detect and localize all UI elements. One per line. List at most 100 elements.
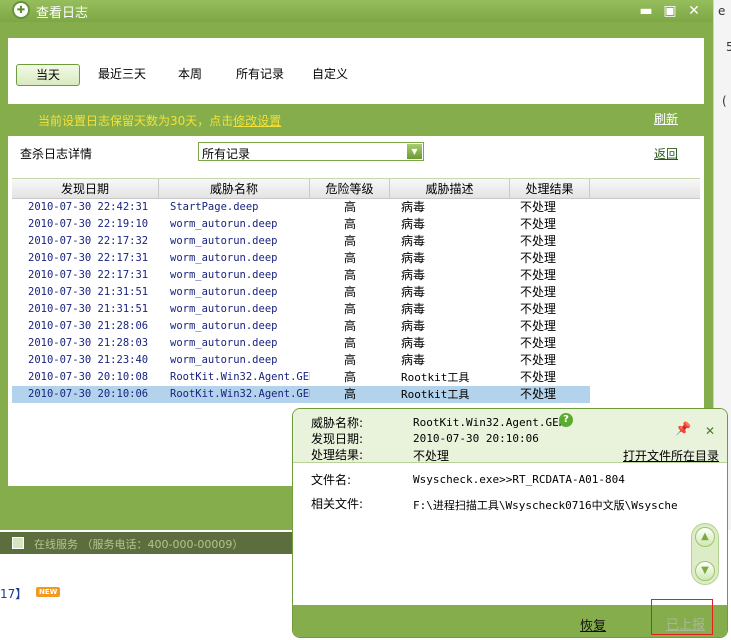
table-row[interactable]: 2010-07-30 22:17:31 worm_autorun.deep 高 病毒 不… [12,267,700,284]
minimize-icon[interactable]: ▬ [637,3,655,19]
file-name-value: Wsyscheck.exe>>RT_RCDATA-A01-804 [413,473,625,486]
row-cells: 2010-07-30 22:42:31 StartPage.deep 高 病毒 不处理 [12,199,590,216]
table-row[interactable]: 2010-07-30 21:28:03 worm_autorun.deep 高 病毒 不… [12,335,700,352]
table-row[interactable]: 2010-07-30 22:42:31 StartPage.deep 高 病毒 不处理 [12,199,700,216]
row-cells: 2010-07-30 22:17:31 worm_autorun.deep 高 病毒 不… [12,250,590,267]
cell-threat-name: StartPage.deep [170,201,259,213]
retention-info-bar: 当前设置日志保留天数为30天，点击修改设置 刷新 [8,104,704,136]
pin-icon[interactable]: 📌 [675,423,691,437]
filter-selected-value: 所有记录 [202,147,251,161]
cell-result: 不处理 [520,387,557,401]
table-row[interactable]: 2010-07-30 20:10:08 RootKit.Win32.Agent.G… [12,369,700,386]
cell-result: 不处理 [520,268,557,282]
threat-name-value: RootKit.Win32.Agent.GEN [413,416,566,429]
table-row[interactable]: 2010-07-30 21:28:06 worm_autorun.deep 高 病毒 不… [12,318,700,335]
cell-risk-level: 高 [343,285,356,299]
result-label: 处理结果: [311,448,364,462]
open-folder-link[interactable]: 打开文件所在目录 [623,447,719,464]
threat-detail-popup: 威胁名称: RootKit.Win32.Agent.GEN ? 发现日期: 20… [292,408,728,638]
scroll-down-icon[interactable]: ▼ [695,561,715,581]
close-icon[interactable]: ✕ [685,3,703,19]
restore-button[interactable]: 恢复 [580,615,606,634]
background-footer-strip: 在线服务 （服务电话：400-000-00009） [0,532,296,554]
cell-result: 不处理 [520,217,557,231]
cell-risk-level: 高 [343,200,356,214]
cell-date: 2010-07-30 21:28:06 [28,320,149,332]
cell-threat-name: worm_autorun.deep [170,235,278,247]
column-header-risk-level[interactable]: 危险等级 [310,179,390,199]
scroll-up-icon[interactable]: ▲ [695,527,715,547]
cell-date: 2010-07-30 22:17:31 [28,252,149,264]
record-filter-select[interactable]: 所有记录 ▼ [198,142,424,161]
cell-threat-name: worm_autorun.deep [170,218,278,230]
popup-scroller: ▲ ▼ [691,523,719,585]
cell-description: 病毒 [401,353,426,367]
table-row[interactable]: 2010-07-30 21:31:51 worm_autorun.deep 高 病毒 不… [12,284,700,301]
cell-description: 病毒 [401,200,426,214]
filter-label: 查杀日志详情 [20,147,93,161]
chevron-down-icon[interactable]: ▼ [407,144,422,159]
column-header-result[interactable]: 处理结果 [510,179,590,199]
cell-result: 不处理 [520,251,557,265]
back-link[interactable]: 返回 [654,145,678,162]
table-row[interactable]: 2010-07-30 20:10:06 RootKit.Win32.Agent.G… [12,386,700,403]
tab-custom[interactable]: 自定义 [308,64,352,86]
cell-threat-name: worm_autorun.deep [170,303,278,315]
new-badge: NEW [36,587,61,597]
title-bar[interactable]: ✚ 查看日志 ▬ ▣ ✕ [0,0,713,22]
tab-today[interactable]: 当天 [16,64,80,86]
background-link[interactable]: 17】 [0,585,27,602]
column-header-description[interactable]: 威胁描述 [390,179,510,199]
table-row[interactable]: 2010-07-30 21:23:40 worm_autorun.deep 高 病毒 不… [12,352,700,369]
cell-risk-level: 高 [343,336,356,350]
popup-summary: 威胁名称: RootKit.Win32.Agent.GEN ? 发现日期: 20… [293,409,727,463]
cell-risk-level: 高 [343,353,356,367]
reported-highlight: 已上报 [651,599,713,635]
table-row[interactable]: 2010-07-30 22:17:32 worm_autorun.deep 高 病毒 不… [12,233,700,250]
window-title: 查看日志 [36,6,89,21]
cell-date: 2010-07-30 21:28:03 [28,337,149,349]
cell-threat-name: RootKit.Win32.Agent.GEN [170,388,310,400]
service-icon [12,537,24,549]
result-value: 不处理 [413,449,450,463]
file-name-label: 文件名: [311,473,352,487]
cell-date: 2010-07-30 21:23:40 [28,354,149,366]
cell-description: 病毒 [401,251,426,265]
cell-description: 病毒 [401,268,426,282]
cell-threat-name: worm_autorun.deep [170,252,278,264]
help-icon[interactable]: ? [559,413,573,427]
background-text: 5 [726,40,731,54]
table-row[interactable]: 2010-07-30 21:31:51 worm_autorun.deep 高 病毒 不… [12,301,700,318]
table-row[interactable]: 2010-07-30 22:19:10 worm_autorun.deep 高 病毒 不… [12,216,700,233]
row-cells: 2010-07-30 22:19:10 worm_autorun.deep 高 病毒 不… [12,216,590,233]
cell-result: 不处理 [520,234,557,248]
tab-last-three-days[interactable]: 最近三天 [90,64,154,86]
tab-all-records[interactable]: 所有记录 [230,64,290,86]
table-row[interactable]: 2010-07-30 22:17:31 worm_autorun.deep 高 病毒 不… [12,250,700,267]
reported-button[interactable]: 已上报 [666,614,705,633]
modify-settings-link[interactable]: 修改设置 [233,114,281,128]
row-cells: 2010-07-30 21:31:51 worm_autorun.deep 高 病毒 不… [12,301,590,318]
close-icon[interactable]: ✕ [705,425,717,437]
tab-this-week[interactable]: 本周 [170,64,210,86]
threat-name-label: 威胁名称: [311,416,364,430]
background-footer-text: 在线服务 （服务电话：400-000-00009） [34,538,244,551]
cell-risk-level: 高 [343,370,356,384]
cell-threat-name: worm_autorun.deep [170,269,278,281]
column-header-threat-name[interactable]: 威胁名称 [159,179,310,199]
cell-result: 不处理 [520,319,557,333]
cell-description: 病毒 [401,319,426,333]
refresh-link[interactable]: 刷新 [654,110,678,127]
cell-date: 2010-07-30 21:31:51 [28,303,149,315]
cell-risk-level: 高 [343,268,356,282]
cell-result: 不处理 [520,370,557,384]
row-cells: 2010-07-30 21:28:03 worm_autorun.deep 高 病毒 不… [12,335,590,352]
related-file-value: F:\进程扫描工具\Wsyscheck0716中文版\Wsysche [413,499,678,512]
cell-description: 病毒 [401,336,426,350]
row-cells: 2010-07-30 20:10:06 RootKit.Win32.Agent.G… [12,386,590,403]
cell-threat-name: worm_autorun.deep [170,320,278,332]
maximize-icon[interactable]: ▣ [661,3,679,19]
cell-risk-level: 高 [343,302,356,316]
column-header-date[interactable]: 发现日期 [12,179,159,199]
cell-risk-level: 高 [343,251,356,265]
